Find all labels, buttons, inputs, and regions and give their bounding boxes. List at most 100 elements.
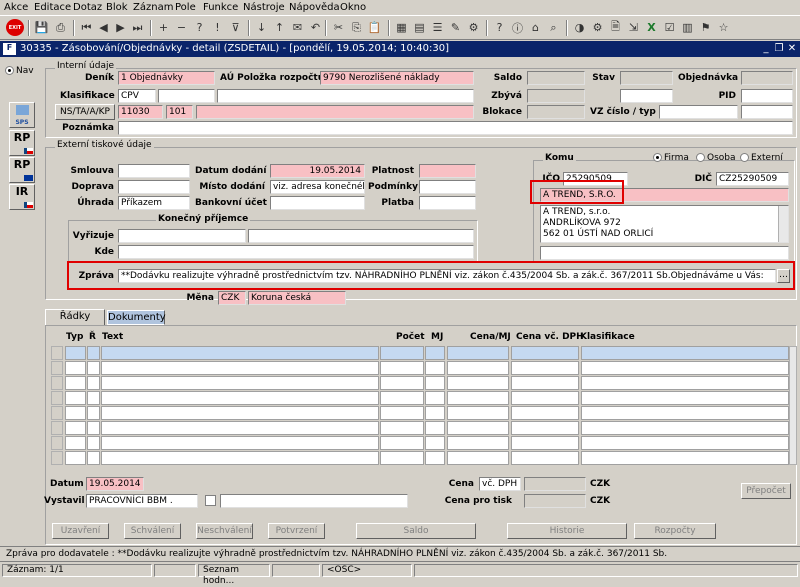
grid-scrollbar[interactable]: [789, 346, 797, 465]
grid-cell[interactable]: [425, 346, 445, 360]
vyrizuje-name-field[interactable]: [118, 229, 246, 243]
platba-field[interactable]: [419, 196, 476, 210]
undo-icon[interactable]: ↶: [307, 19, 324, 36]
grid-cell[interactable]: [425, 376, 445, 390]
saldo-button[interactable]: Saldo: [356, 523, 476, 539]
vystavil-field[interactable]: PRACOVNÍCI BBM .: [86, 494, 198, 508]
row-selector[interactable]: [51, 436, 63, 450]
grid-cell[interactable]: [380, 406, 424, 420]
grid-cell[interactable]: [425, 406, 445, 420]
grid-cell[interactable]: [380, 361, 424, 375]
grid-cell[interactable]: [87, 436, 100, 450]
grid-cell[interactable]: [511, 436, 579, 450]
settings-icon[interactable]: ⚙: [589, 19, 606, 36]
uhrada-field[interactable]: Příkazem: [118, 196, 190, 210]
ir-button[interactable]: IR: [9, 184, 35, 210]
row-selector[interactable]: [51, 391, 63, 405]
exit-icon[interactable]: EXIT: [6, 19, 24, 36]
vystavil-extra-field[interactable]: [220, 494, 408, 508]
grid-cell[interactable]: [101, 391, 379, 405]
grid-cell[interactable]: [65, 361, 86, 375]
grid-cell[interactable]: [65, 406, 86, 420]
calculator-icon[interactable]: ▤: [411, 19, 428, 36]
grid-cell[interactable]: [65, 346, 86, 360]
komu-extra-field[interactable]: [540, 246, 789, 260]
vyrizuje-contact-field[interactable]: [248, 229, 474, 243]
next-record-icon[interactable]: ▶: [112, 19, 129, 36]
last-record-icon[interactable]: ⏭: [129, 19, 146, 36]
menu-editace[interactable]: Editace: [34, 2, 71, 13]
row-selector[interactable]: [51, 406, 63, 420]
export-icon[interactable]: ⇲: [625, 19, 642, 36]
star-icon[interactable]: ☆: [715, 19, 732, 36]
dic-field[interactable]: CZ25290509: [716, 172, 789, 186]
menu-akce[interactable]: Akce: [4, 2, 28, 13]
grid-cell[interactable]: [511, 376, 579, 390]
minimize-icon[interactable]: _: [760, 43, 772, 55]
grid-cell[interactable]: [581, 421, 789, 435]
grid-cell[interactable]: [101, 421, 379, 435]
denik-field[interactable]: 1 Objednávky: [118, 71, 215, 85]
neschvaleni-button[interactable]: Neschválení: [196, 523, 253, 539]
grid-cell[interactable]: [65, 391, 86, 405]
tag-icon[interactable]: ⚑: [697, 19, 714, 36]
grid-cell[interactable]: [425, 436, 445, 450]
grid-cell[interactable]: [425, 361, 445, 375]
uzavreni-button[interactable]: Uzavření: [52, 523, 109, 539]
vystavil-checkbox[interactable]: [205, 495, 216, 506]
klasifikace-code-field[interactable]: CPV: [118, 89, 156, 103]
grid-cell[interactable]: [87, 376, 100, 390]
poznamka-field[interactable]: [118, 121, 793, 135]
filter-icon[interactable]: ⊽: [227, 19, 244, 36]
pid-field[interactable]: [741, 89, 793, 103]
schvaleni-button[interactable]: Schválení: [124, 523, 181, 539]
grid-cell[interactable]: [87, 346, 100, 360]
execute-query-icon[interactable]: !: [209, 19, 226, 36]
row-selector[interactable]: [51, 361, 63, 375]
home-icon[interactable]: ⌂: [527, 19, 544, 36]
nav-radio[interactable]: [5, 66, 14, 75]
grid-cell[interactable]: [101, 346, 379, 360]
cut-icon[interactable]: ✂: [330, 19, 347, 36]
au-field[interactable]: 9790 Nerozlišené náklady: [320, 71, 474, 85]
restore-icon[interactable]: ❐: [773, 43, 785, 55]
info-icon[interactable]: ⓘ: [509, 19, 526, 36]
historie-button[interactable]: Historie: [507, 523, 627, 539]
grid-cell[interactable]: [581, 361, 789, 375]
grid-cell[interactable]: [447, 361, 509, 375]
grid-cell[interactable]: [511, 451, 579, 465]
grid-cell[interactable]: [425, 421, 445, 435]
grid-cell[interactable]: [447, 391, 509, 405]
grid-cell[interactable]: [65, 376, 86, 390]
grid-cell[interactable]: [447, 376, 509, 390]
address-scrollbar[interactable]: [778, 206, 788, 242]
grid-cell[interactable]: [511, 421, 579, 435]
insert-record-icon[interactable]: +: [155, 19, 172, 36]
bankovni-ucet-field[interactable]: [270, 196, 365, 210]
print-icon[interactable]: ⎙: [52, 19, 69, 36]
datum-field[interactable]: 19.05.2014: [86, 477, 144, 491]
kde-field[interactable]: [118, 245, 474, 259]
vz-type-field[interactable]: [741, 105, 793, 119]
grid-cell[interactable]: [101, 436, 379, 450]
chart-icon[interactable]: ▥: [679, 19, 696, 36]
copy-icon[interactable]: ⎘: [348, 19, 365, 36]
grid-cell[interactable]: [447, 421, 509, 435]
document-icon[interactable]: 🗎: [607, 19, 624, 36]
menu-nastroje[interactable]: Nástroje: [243, 2, 285, 13]
podminky-field[interactable]: [419, 180, 476, 194]
row-selector[interactable]: [51, 376, 63, 390]
klasifikace-desc-field[interactable]: [217, 89, 474, 103]
grid-cell[interactable]: [511, 361, 579, 375]
grid-cell[interactable]: [447, 436, 509, 450]
grid-cell[interactable]: [511, 406, 579, 420]
tab-dokumenty[interactable]: Dokumenty: [107, 310, 166, 325]
misto-dodani-field[interactable]: viz. adresa konečného p: [270, 180, 365, 194]
datum-dodani-field[interactable]: 19.05.2014: [270, 164, 365, 178]
grid-cell[interactable]: [380, 346, 424, 360]
grid-cell[interactable]: [65, 436, 86, 450]
grid-cell[interactable]: [101, 406, 379, 420]
grid-cell[interactable]: [581, 451, 789, 465]
grid-cell[interactable]: [511, 391, 579, 405]
menu-okno[interactable]: Okno: [340, 2, 366, 13]
